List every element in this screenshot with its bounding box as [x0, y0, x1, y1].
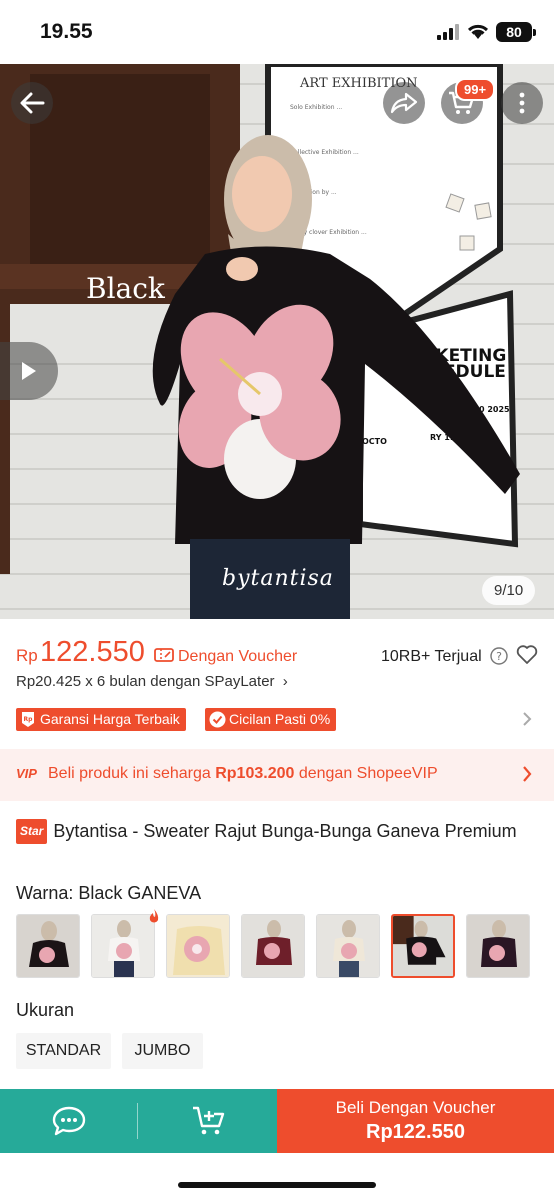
chat-button[interactable] [0, 1089, 137, 1153]
poster-octo: OCTO [362, 437, 387, 446]
image-counter: 9/10 [482, 576, 536, 605]
bottom-left-actions [0, 1089, 277, 1153]
share-button[interactable] [383, 82, 425, 124]
chevron-right-icon [523, 712, 532, 726]
vip-tag: VIP [16, 766, 37, 781]
play-icon [22, 362, 36, 380]
variant-thumbnail[interactable] [466, 914, 530, 978]
help-icon[interactable]: ? [490, 647, 508, 665]
share-icon [390, 92, 418, 114]
svg-text:Rp: Rp [24, 716, 34, 723]
status-time: 19.55 [40, 20, 93, 43]
bottom-action-bar: Beli Dengan Voucher Rp122.550 [0, 1089, 554, 1153]
rp-tag-icon: Rp [22, 712, 34, 727]
signal-icon [437, 24, 459, 40]
buy-with-voucher-button[interactable]: Beli Dengan Voucher Rp122.550 [277, 1089, 554, 1153]
badge-label: Cicilan Pasti 0% [229, 711, 331, 727]
paylater-link[interactable]: Rp20.425 x 6 bulan dengan SPayLater › [16, 673, 288, 690]
cart-count-badge: 99+ [455, 78, 496, 101]
svg-text:?: ? [496, 650, 502, 663]
add-to-cart-button[interactable] [138, 1089, 277, 1153]
variant-thumbnail-selected[interactable] [391, 914, 455, 978]
product-image-gallery[interactable]: ART EXHIBITION Solo Exhibition ... Colle… [0, 64, 554, 619]
color-label-overlay: Black [86, 272, 165, 305]
paylater-text: Rp20.425 x 6 bulan dengan SPayLater [16, 673, 275, 690]
play-video-button[interactable] [0, 342, 58, 400]
variant-thumbnails [16, 909, 546, 980]
battery-indicator: 80 [496, 22, 536, 42]
vip-price: Rp103.200 [215, 765, 295, 782]
star-seller-badge: Star [16, 819, 48, 844]
variant-selected-value: Black GANEVA [78, 883, 202, 903]
svg-text:Collective Exhibition ...: Collective Exhibition ... [290, 149, 359, 156]
svg-text:Solo Exhibition ...: Solo Exhibition ... [290, 104, 342, 111]
badge-installment: Cicilan Pasti 0% [205, 708, 337, 731]
price-amount: 122.550 [40, 636, 145, 668]
more-options-button[interactable] [501, 82, 543, 124]
price-row: Rp 122.550 Dengan Voucher 10RB+ Terjual … [16, 636, 540, 672]
more-icon [519, 92, 525, 114]
variant-label-key: Warna: [16, 883, 74, 903]
variant-label: Warna: Black GANEVA [16, 883, 201, 904]
buy-button-label: Beli Dengan Voucher [335, 1098, 496, 1117]
shopee-vip-banner[interactable]: VIP Beli produk ini seharga Rp103.200 de… [0, 749, 554, 801]
variant-thumbnail[interactable] [166, 914, 230, 978]
buy-button-price: Rp122.550 [366, 1121, 465, 1143]
favorite-heart-icon[interactable] [516, 645, 538, 665]
size-option-jumbo[interactable]: JUMBO [122, 1033, 203, 1069]
size-option-standar[interactable]: STANDAR [16, 1033, 111, 1069]
variant-thumbnail[interactable] [241, 914, 305, 978]
chevron-right-icon: › [282, 673, 288, 690]
status-bar: 19.55 80 [0, 0, 554, 64]
back-arrow-icon [20, 92, 45, 114]
product-title-text: Bytantisa - Sweater Rajut Bunga-Bunga Ga… [53, 821, 517, 841]
product-title: Star Bytantisa - Sweater Rajut Bunga-Bung… [16, 819, 540, 844]
product-photo: ART EXHIBITION Solo Exhibition ... Colle… [0, 64, 554, 619]
variant-thumbnail[interactable] [16, 914, 80, 978]
add-to-cart-icon [193, 1106, 225, 1135]
hot-flame-icon [149, 909, 159, 923]
home-indicator [178, 1182, 376, 1188]
badge-price-guarantee: Rp Garansi Harga Terbaik [16, 708, 186, 731]
variant-thumbnail[interactable] [91, 914, 155, 978]
variant-thumbnail[interactable] [316, 914, 380, 978]
vip-message: Beli produk ini seharga Rp103.200 dengan… [48, 765, 438, 782]
size-label: Ukuran [16, 1000, 75, 1020]
check-circle-icon [209, 711, 226, 728]
voucher-label: Dengan Voucher [178, 648, 298, 665]
brand-watermark: bytantisa [222, 566, 334, 591]
chevron-right-icon [523, 766, 532, 782]
badge-label: Garansi Harga Terbaik [40, 711, 180, 727]
guarantee-badges[interactable]: Rp Garansi Harga Terbaik Cicilan Pasti 0… [16, 708, 540, 732]
sold-count: 10RB+ Terjual [381, 648, 482, 665]
chat-icon [52, 1106, 86, 1136]
wifi-icon [467, 24, 489, 39]
back-button[interactable] [11, 82, 53, 124]
price-currency: Rp [16, 646, 38, 665]
voucher-icon [154, 648, 174, 662]
